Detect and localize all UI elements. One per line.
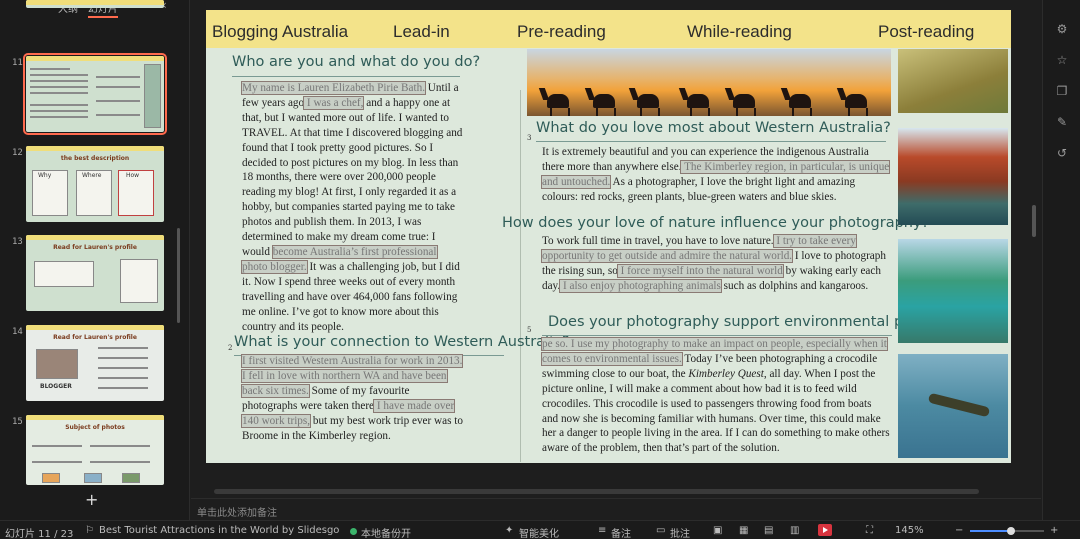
thumbnail-number: 15 [12, 417, 23, 427]
slide-canvas[interactable]: Blogging Australia Lead-in Pre-reading W… [206, 10, 1011, 463]
kimberley-gorge-photo[interactable] [898, 128, 1008, 225]
slide-thumbnail-12[interactable]: the best description Why Where How [26, 146, 164, 222]
comment-button[interactable]: 批注 [670, 525, 690, 539]
canvas-horizontal-scrollbar[interactable] [214, 489, 979, 494]
nav-lead-in[interactable]: Lead-in [393, 22, 450, 42]
theme-icon: ⚐ [85, 525, 94, 536]
fit-window-icon[interactable]: ⛶ [866, 525, 873, 536]
birds-wetland-photo[interactable] [898, 49, 1008, 113]
question-4-heading: How does your love of nature influence y… [502, 215, 930, 231]
thumbnail-number: 14 [12, 327, 23, 337]
beautify-button[interactable]: 智能美化 [519, 525, 559, 539]
slide-thumbnail-11[interactable] [23, 53, 167, 135]
question-number: 3 [527, 134, 532, 142]
magic-icon[interactable]: ✎ [1055, 115, 1069, 129]
question-2-paragraph: I first visited Western Australia for wo… [240, 354, 464, 443]
notes-button[interactable]: 备注 [611, 525, 631, 539]
crocodile-photo[interactable] [898, 354, 1008, 458]
book-view-icon[interactable]: ▥ [790, 525, 799, 536]
heading-underline [536, 141, 886, 142]
settings-sliders-icon[interactable]: ⚙ [1055, 22, 1069, 36]
question-3-paragraph: It is extremely beautiful and you can ex… [540, 145, 891, 205]
notes-placeholder[interactable]: 单击此处添加备注 [197, 504, 277, 519]
highlight: My name is Lauren Elizabeth Pirie Bath. [241, 81, 426, 95]
thumbnail-number: 13 [12, 237, 23, 247]
play-slideshow-icon[interactable] [818, 524, 832, 536]
reading-view-icon[interactable]: ▤ [764, 525, 773, 536]
add-slide-icon[interactable]: + [85, 490, 98, 509]
heading-underline [542, 335, 892, 336]
thumbnail-scrollbar[interactable] [177, 228, 180, 323]
thumbnail-number: 12 [12, 148, 23, 158]
slide-thumbnail-14[interactable]: Read for Lauren's profile BLOGGER [26, 325, 164, 401]
backup-status-icon [350, 528, 357, 535]
slide-thumbnail-10[interactable] [26, 0, 164, 8]
question-3-heading: What do you love most about Western Aust… [536, 120, 891, 136]
zoom-slider[interactable] [970, 527, 1044, 535]
thumbnail-caption: BLOGGER [40, 383, 72, 390]
thumbnail-title: Read for Lauren's profile [53, 244, 137, 251]
comment-icon[interactable]: ▭ [656, 525, 665, 536]
backup-status[interactable]: 本地备份开 [361, 525, 411, 539]
theme-name[interactable]: Best Tourist Attractions in the World by… [99, 525, 339, 536]
star-icon[interactable]: ☆ [1055, 53, 1069, 67]
text-run: To work full time in travel, you have to… [542, 235, 774, 247]
thumbnail-number: 11 [12, 58, 23, 68]
nav-post-reading[interactable]: Post-reading [878, 22, 974, 42]
right-toolbar: ⚙ ☆ ❐ ✎ ↺ [1042, 0, 1080, 520]
text-run: , all day. When I post the picture onlin… [542, 367, 890, 455]
slide-thumbnail-panel: 大纲 幻灯片 ‹ 11 12 the best description Why … [0, 0, 190, 520]
nav-blogging-australia[interactable]: Blogging Australia [212, 22, 348, 42]
slide-thumbnail-15[interactable]: Subject of photos [26, 415, 164, 485]
copy-icon[interactable]: ❐ [1055, 84, 1069, 98]
highlight: I force myself into the natural world [616, 263, 784, 278]
slide-thumbnail-13[interactable]: Read for Lauren's profile [26, 235, 164, 311]
thumbnail-title: Subject of photos [65, 424, 125, 431]
status-bar: 幻灯片 11 / 23 ⚐ Best Tourist Attractions i… [0, 520, 1080, 539]
notes-icon[interactable]: ≡ [598, 525, 606, 536]
canvas-vertical-scrollbar[interactable] [1032, 205, 1036, 237]
nav-while-reading[interactable]: While-reading [687, 22, 792, 42]
notes-area[interactable]: 单击此处添加备注 [191, 498, 1041, 520]
question-1-heading: Who are you and what do you do? [232, 54, 481, 70]
heading-underline [232, 76, 460, 77]
thumbnail-label: Where [82, 172, 102, 179]
thumbnail-title: the best description [60, 155, 130, 162]
question-number: 5 [527, 326, 532, 334]
coastline-photo[interactable] [898, 239, 1008, 343]
zoom-in-icon[interactable]: + [1050, 525, 1058, 536]
slide-counter: 幻灯片 11 / 23 [5, 529, 74, 539]
highlight: I also enjoy photographing animals [559, 278, 722, 293]
nav-pre-reading[interactable]: Pre-reading [517, 22, 606, 42]
zoom-out-icon[interactable]: − [955, 525, 963, 536]
question-5-paragraph: pe so. I use my photography to make an i… [541, 337, 890, 456]
zoom-level[interactable]: 145% [895, 525, 924, 536]
text-run: and a happy one at that, but I wanted mo… [242, 96, 463, 258]
history-icon[interactable]: ↺ [1055, 146, 1069, 160]
grid-view-icon[interactable]: ▦ [739, 525, 748, 536]
column-divider [520, 90, 521, 462]
text-run: such as dolphins and kangaroos. [720, 279, 869, 292]
zoom-slider-handle[interactable] [1006, 527, 1015, 535]
normal-view-icon[interactable]: ▣ [713, 525, 722, 536]
beautify-icon[interactable]: ✦ [505, 525, 513, 536]
thumbnail-label: How [126, 172, 140, 179]
question-2-heading: What is your connection to Western Austr… [234, 334, 570, 350]
slide-nav-bar: Blogging Australia Lead-in Pre-reading W… [206, 10, 1011, 48]
thumbnail-title: Read for Lauren's profile [53, 334, 137, 341]
zoom-slider-fill [970, 530, 1011, 532]
highlight: I was a chef, [303, 95, 365, 110]
question-number: 2 [228, 344, 233, 352]
question-4-paragraph: To work full time in travel, you have to… [541, 234, 890, 294]
question-1-paragraph: My name is Lauren Elizabeth Pirie Bath. … [241, 81, 464, 334]
thumbnail-label: Why [38, 172, 52, 179]
boat-name: Kimberley Quest [688, 367, 764, 380]
camel-sunset-photo[interactable] [527, 49, 891, 116]
